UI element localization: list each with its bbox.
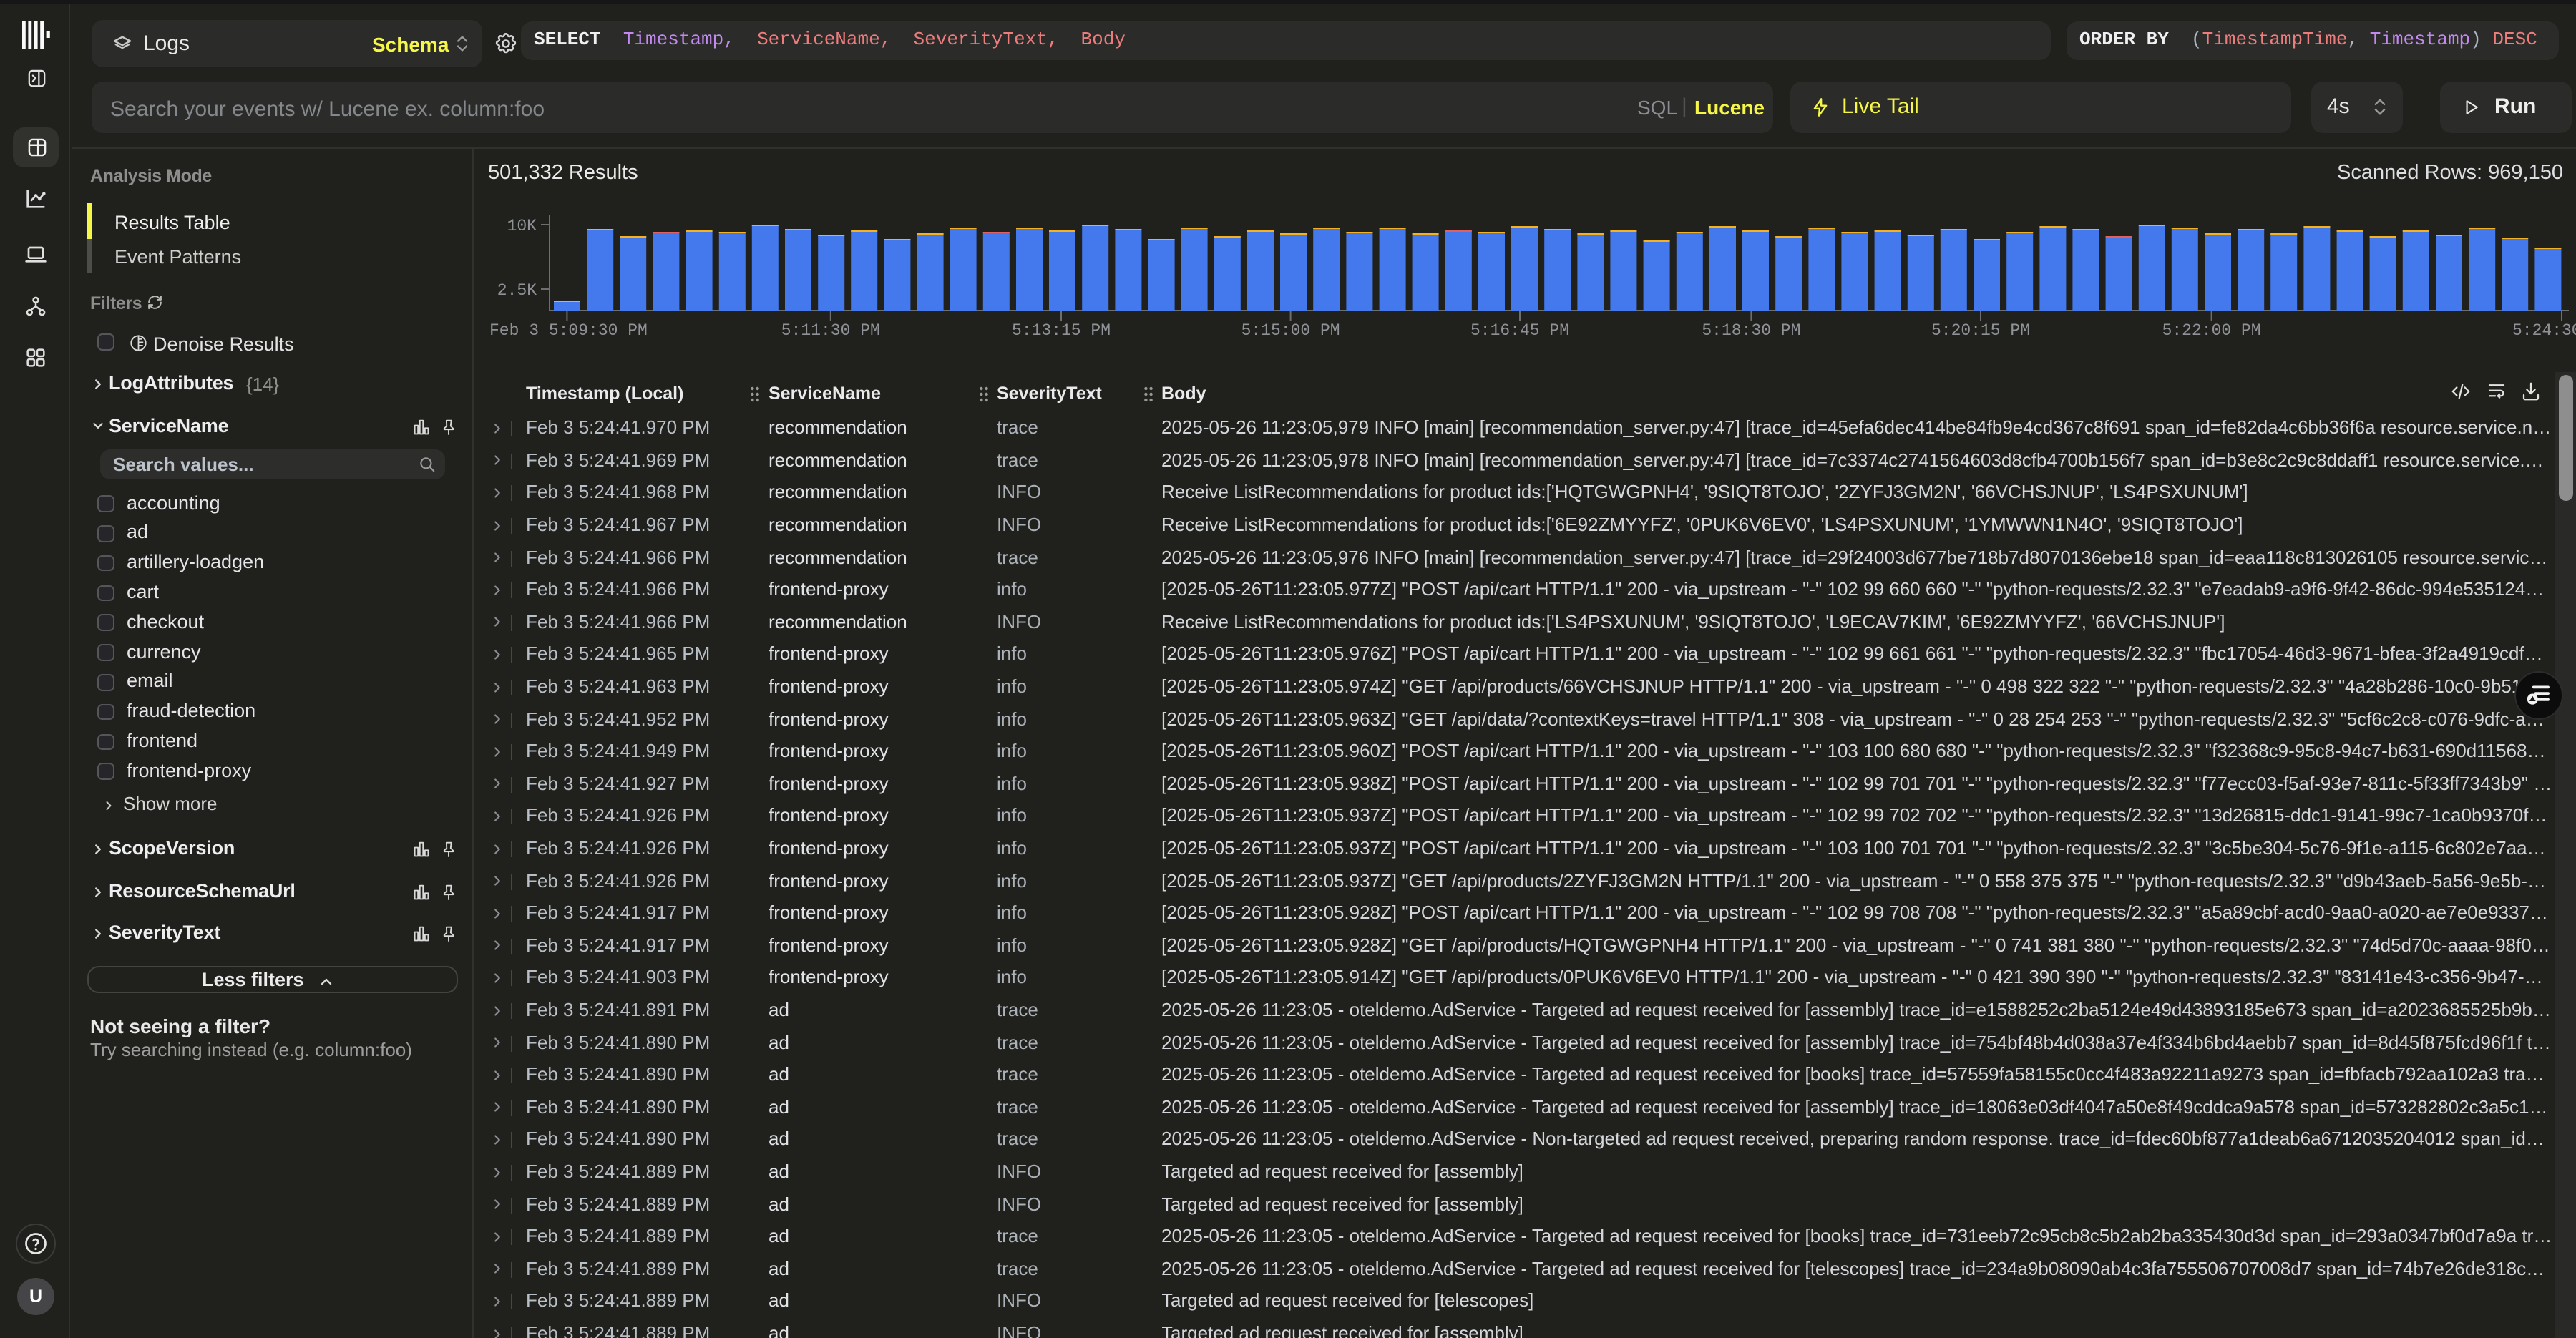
- svg-text:5:11:30 PM: 5:11:30 PM: [781, 321, 880, 340]
- svg-text:5:22:00 PM: 5:22:00 PM: [2162, 321, 2261, 340]
- svg-text:5:15:00 PM: 5:15:00 PM: [1241, 321, 1340, 340]
- svg-text:5:13:15 PM: 5:13:15 PM: [1012, 321, 1111, 340]
- svg-text:2.5K: 2.5K: [497, 281, 537, 300]
- svg-text:5:18:30 PM: 5:18:30 PM: [1702, 321, 1800, 340]
- svg-text:Feb 3 5:09:30 PM: Feb 3 5:09:30 PM: [489, 321, 648, 340]
- svg-text:5:16:45 PM: 5:16:45 PM: [1470, 321, 1569, 340]
- svg-text:5:24:30 PM: 5:24:30 PM: [2512, 321, 2576, 340]
- svg-text:10K: 10K: [507, 217, 537, 235]
- svg-text:5:20:15 PM: 5:20:15 PM: [1931, 321, 2030, 340]
